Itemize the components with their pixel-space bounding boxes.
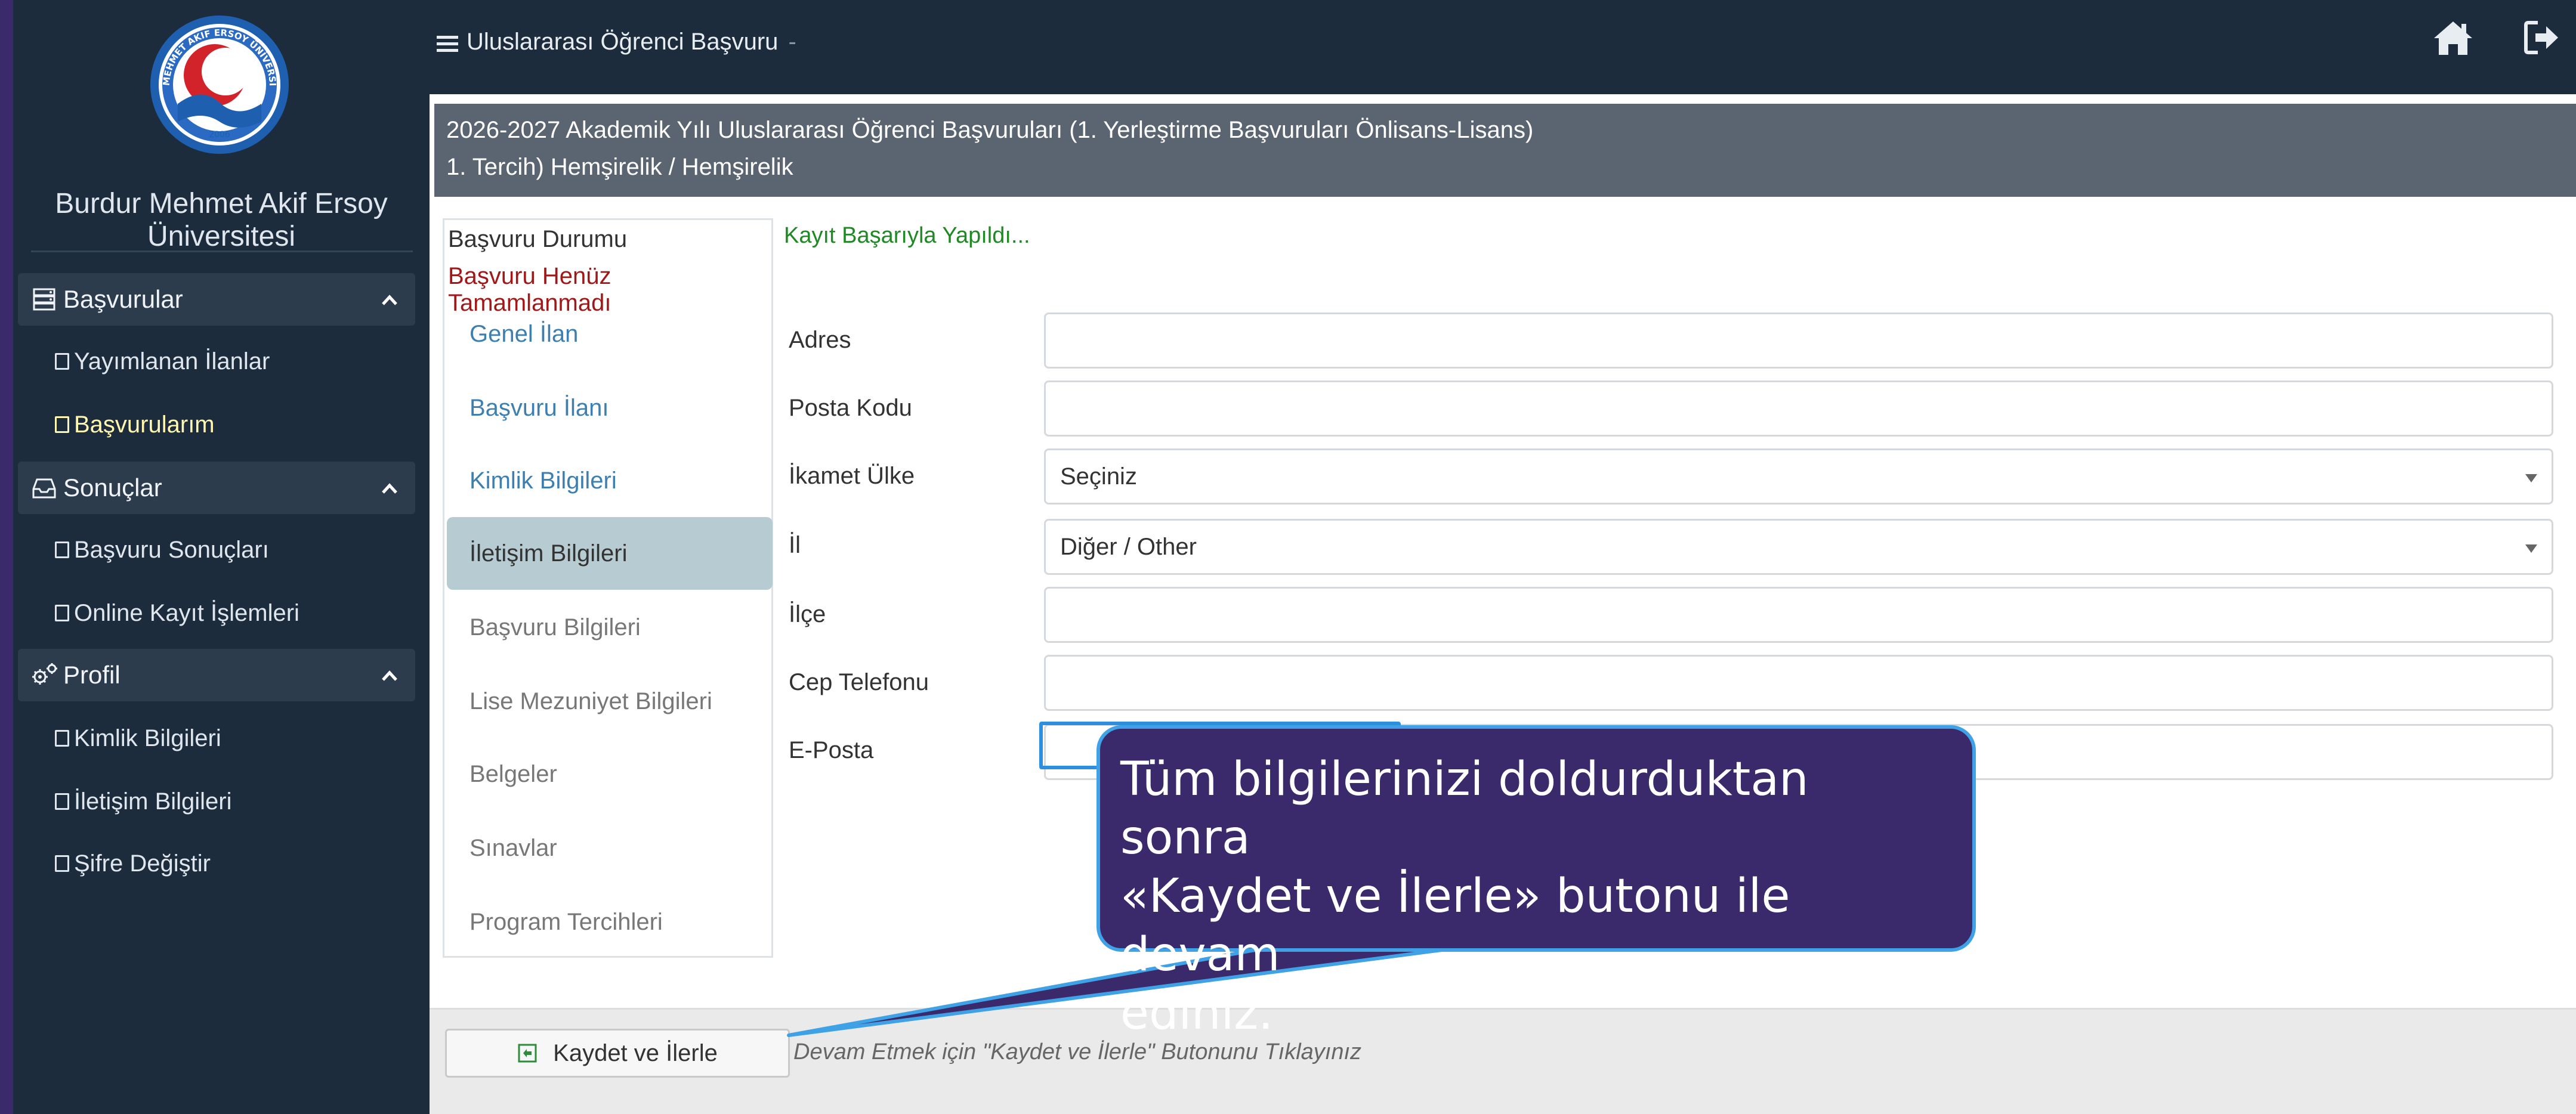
sidebar-divider [31,250,413,252]
province-select-value: Diğer / Other [1060,533,1197,560]
save-button-label: Kaydet ve İlerle [553,1039,718,1066]
status-label: Başvuru Durumu [448,226,628,252]
gears-icon [30,662,58,688]
country-label: İkamet Ülke [789,463,915,489]
email-label: E-Posta [789,737,874,763]
application-title-line2: 1. Tercih) Hemşirelik / Hemşirelik [446,154,793,180]
save-and-continue-button[interactable]: Kaydet ve İlerle [445,1029,790,1078]
address-input[interactable] [1044,312,2553,369]
title-separator: - [788,29,796,55]
sidebar-group-label: Sonuçlar [63,474,162,502]
callout-line-2: «Kaydet ve İlerle» butonu ile devam [1120,869,1790,982]
mobile-phone-input[interactable] [1044,655,2553,711]
inbox-icon [30,475,58,501]
postal-code-input[interactable] [1044,380,2553,437]
province-label: İl [789,532,801,558]
instruction-callout: Tüm bilgilerinizi doldurduktan sonra «Ka… [1097,725,1976,1040]
application-header: 2026-2027 Akademik Yılı Uluslararası Öğr… [430,104,2576,197]
caret-down-icon [2525,544,2537,553]
sidebar-item-kimlik-bilgileri[interactable]: Kimlik Bilgileri [55,720,221,756]
district-input[interactable] [1044,587,2553,643]
square-icon [55,855,69,872]
district-label: İlçe [789,601,826,627]
postal-code-label: Posta Kodu [789,395,912,421]
sidebar-item-yayimlanan-ilanlar[interactable]: Yayımlanan İlanlar [55,344,270,379]
chevron-up-icon [382,670,397,681]
callout-line-3: ediniz. [1120,986,1274,1040]
step-lise-mezuniyet[interactable]: Lise Mezuniyet Bilgileri [444,665,771,738]
left-accent-bar [0,0,13,1114]
square-icon [55,353,69,370]
address-label: Adres [789,327,851,353]
step-kimlik-bilgileri[interactable]: Kimlik Bilgileri [444,444,771,517]
app-title: Uluslararası Öğrenci Başvuru - [467,29,796,55]
sidebar-item-label: Kimlik Bilgileri [74,725,221,751]
sidebar-item-label: Online Kayıt İşlemleri [74,599,299,626]
sidebar-item-online-kayit[interactable]: Online Kayıt İşlemleri [55,595,299,631]
step-basvuru-bilgileri[interactable]: Başvuru Bilgileri [444,591,771,664]
step-belgeler[interactable]: Belgeler [444,738,771,810]
sidebar-group-basvurular[interactable]: Başvurular [18,273,415,326]
application-title-line1: 2026-2027 Akademik Yılı Uluslararası Öğr… [446,117,1534,143]
server-icon [30,286,58,312]
sidebar-item-label: Başvuru Sonuçları [74,536,269,563]
sidebar-item-label: Şifre Değiştir [74,850,211,877]
step-iletisim-bilgileri[interactable]: İletişim Bilgileri [447,517,773,590]
square-icon [55,416,69,433]
university-logo: MEHMET AKIF ERSOY ÜNİVERSİTESİ 2006 [148,8,289,154]
sidebar-item-iletisim-bilgileri[interactable]: İletişim Bilgileri [55,784,232,819]
hamburger-menu-icon[interactable] [435,32,459,56]
sidebar: MEHMET AKIF ERSOY ÜNİVERSİTESİ 2006 Burd… [13,0,430,1114]
home-icon[interactable] [2432,18,2475,58]
sidebar-group-sonuclar[interactable]: Sonuçlar [18,462,415,514]
step-genel-ilan[interactable]: Genel İlan [444,298,771,370]
success-message: Kayıt Başarıyla Yapıldı... [784,223,1030,248]
sidebar-item-sifre-degistir[interactable]: Şifre Değiştir [55,846,211,881]
square-icon [55,793,69,810]
save-icon [518,1044,537,1063]
step-sinavlar[interactable]: Sınavlar [444,812,771,884]
sidebar-item-label: Yayımlanan İlanlar [74,348,270,375]
sidebar-item-label: İletişim Bilgileri [74,788,232,815]
mobile-phone-label: Cep Telefonu [789,669,929,695]
app-title-text: Uluslararası Öğrenci Başvuru [467,29,779,55]
province-select[interactable]: Diğer / Other [1044,519,2553,575]
sidebar-item-basvurularim[interactable]: Başvurularım [55,407,215,442]
chevron-up-icon [382,483,397,494]
sidebar-group-label: Profil [63,661,121,689]
sidebar-group-label: Başvurular [63,285,183,313]
caret-down-icon [2525,474,2537,482]
logout-icon[interactable] [2522,18,2562,57]
square-icon [55,605,69,621]
sidebar-item-basvuru-sonuclari[interactable]: Başvuru Sonuçları [55,532,269,568]
step-basvuru-ilani[interactable]: Başvuru İlanı [444,372,771,444]
footer-hint: Devam Etmek için "Kaydet ve İlerle" Buto… [793,1039,1362,1065]
callout-line-1: Tüm bilgilerinizi doldurduktan sonra [1120,753,1809,865]
sidebar-item-label: Başvurularım [74,411,215,438]
university-name: Burdur Mehmet Akif Ersoy Üniversitesi [55,188,388,252]
square-icon [55,541,69,558]
country-select-value: Seçiniz [1060,463,1137,490]
step-program-tercihleri[interactable]: Program Tercihleri [444,886,771,958]
country-select[interactable]: Seçiniz [1044,448,2553,505]
application-steps-panel: Başvuru Durumu Başvuru Henüz Tamamlanmad… [443,218,773,958]
top-bar: Uluslararası Öğrenci Başvuru - [430,0,2576,94]
chevron-up-icon [382,295,397,305]
sidebar-group-profil[interactable]: Profil [18,649,415,701]
logo-year: 2006 [209,130,230,140]
square-icon [55,730,69,747]
